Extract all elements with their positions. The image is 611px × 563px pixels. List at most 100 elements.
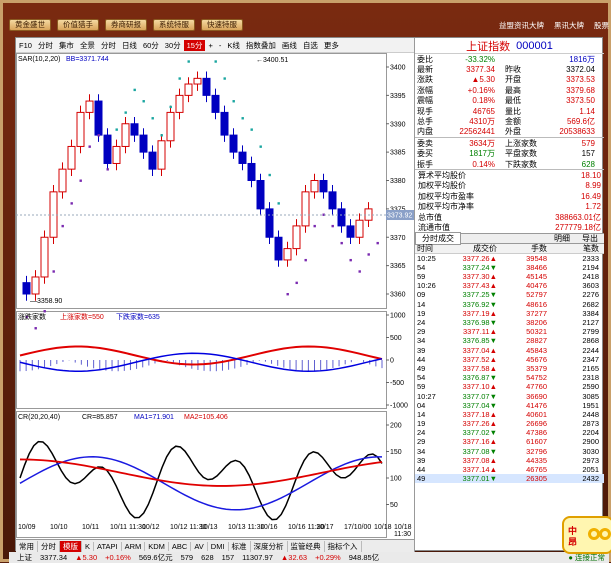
toolbar-item[interactable]: 日线 xyxy=(119,40,140,51)
sar-dot xyxy=(241,117,244,120)
tick-price: 3377.08▼ xyxy=(462,446,497,456)
status-item: 157 xyxy=(221,553,235,562)
candle-body xyxy=(211,94,220,113)
bottom-tab[interactable]: 分时 xyxy=(38,540,60,552)
tick-row[interactable]: 24 3377.02▼ 47386 2204 xyxy=(415,428,604,437)
topbar-button-2[interactable]: 价值猎手 xyxy=(57,19,99,31)
tick-row[interactable]: 29 3377.16▲ 61607 2900 xyxy=(415,437,604,446)
tick-row[interactable]: 14 3377.18▲ 40601 2448 xyxy=(415,410,604,419)
tick-row[interactable]: 19 3377.26▲ 26696 2873 xyxy=(415,419,604,428)
tick-volume: 26696 xyxy=(526,419,547,429)
tick-row[interactable]: 34 3376.85▼ 28827 2868 xyxy=(415,336,604,345)
toolbar-item[interactable]: 15分 xyxy=(183,39,206,51)
stat-value: 388663.01亿 xyxy=(555,212,601,222)
tick-row[interactable]: 19 3377.19▲ 37277 3384 xyxy=(415,309,604,318)
tick-row[interactable]: 59 3377.10▲ 47760 2590 xyxy=(415,382,604,391)
bottom-tab[interactable]: AV xyxy=(191,541,208,551)
toolbar-item[interactable]: 分时 xyxy=(35,40,56,51)
candle-body xyxy=(130,123,139,136)
y-tick-label: 100 xyxy=(390,476,402,483)
floating-widget[interactable]: 中 昂 xyxy=(562,516,611,554)
tick-row[interactable]: 10:25 3377.26▲ 39548 2333 xyxy=(415,254,604,263)
topbar-button-5[interactable]: 快速特服 xyxy=(201,19,243,31)
topbar-button-1[interactable]: 黄金盛世 xyxy=(9,19,51,31)
bottom-tab[interactable]: 深度分析 xyxy=(251,540,288,552)
topbar-right-link-1[interactable]: 益盟资讯大牌 xyxy=(499,20,544,31)
toolbar-item[interactable]: K线 xyxy=(224,40,243,51)
tick-row[interactable]: 39 3377.04▲ 45843 2244 xyxy=(415,346,604,355)
toolbar-item[interactable]: 更多 xyxy=(321,40,342,51)
toolbar-item[interactable]: - xyxy=(216,41,225,50)
bottom-tab[interactable]: ABC xyxy=(169,541,192,551)
toolbar-item[interactable]: 60分 xyxy=(140,40,162,51)
tick-row[interactable]: 44 3377.52▲ 45676 2347 xyxy=(415,355,604,364)
tick-row[interactable]: 29 3377.11▲ 50321 2799 xyxy=(415,327,604,336)
tick-row[interactable]: 04 3377.04▼ 41476 1951 xyxy=(415,401,604,410)
quote-row: 最新 3377.34 昨收 3372.04 xyxy=(415,64,604,74)
bottom-tab[interactable]: K xyxy=(82,541,95,551)
tick-row[interactable]: 10:27 3377.07▼ 36690 3085 xyxy=(415,391,604,401)
high-label: ←3400.51 xyxy=(256,57,288,64)
sar-dot xyxy=(214,60,217,63)
tick-row[interactable]: 59 3377.30▲ 45145 2418 xyxy=(415,272,604,281)
toolbar-item[interactable]: + xyxy=(205,41,215,50)
topbar-right-link-2[interactable]: 黑讯大牌 xyxy=(554,20,584,31)
topbar-button-3[interactable]: 券商研报 xyxy=(105,19,147,31)
tick-row[interactable]: 39 3377.08▲ 44335 2973 xyxy=(415,456,604,465)
candle-body xyxy=(58,168,67,193)
tick-time: 49 xyxy=(417,363,426,373)
tick-row[interactable]: 14 3376.92▼ 48616 2682 xyxy=(415,300,604,309)
tick-row[interactable]: 49 3377.01▼ 26305 2432 xyxy=(415,474,604,484)
date-tick-label: 10/11 xyxy=(82,524,99,531)
bottom-tab[interactable]: ARM xyxy=(122,541,146,551)
toolbar-item[interactable]: F10 xyxy=(16,41,35,50)
tick-row[interactable]: 54 3376.87▼ 54752 2318 xyxy=(415,373,604,382)
tick-row[interactable]: 54 3377.24▼ 38466 2194 xyxy=(415,263,604,272)
bb-value: BB=3371.744 xyxy=(66,56,109,63)
quote-value: 3373.50 xyxy=(566,96,595,106)
tick-row[interactable]: 44 3377.14▲ 46765 2051 xyxy=(415,465,604,474)
bottom-tab[interactable]: KDM xyxy=(145,541,169,551)
bottom-tab[interactable]: 监管经典 xyxy=(288,540,325,552)
bottom-tab[interactable]: 标准 xyxy=(229,540,251,552)
candle-body xyxy=(283,248,292,261)
bottom-tab[interactable]: ATAPI xyxy=(94,541,122,551)
toolbar-item[interactable]: 全景 xyxy=(77,40,98,51)
tick-price: 3377.43▲ xyxy=(462,281,497,291)
tick-count: 3030 xyxy=(582,446,599,456)
tick-volume: 45676 xyxy=(526,354,547,364)
toolbar-item[interactable]: 分时 xyxy=(98,40,119,51)
tick-row[interactable]: 10:26 3377.43▲ 40476 3603 xyxy=(415,281,604,290)
tick-row[interactable]: 24 3376.98▼ 38206 2127 xyxy=(415,318,604,327)
candle-body xyxy=(67,145,76,170)
tick-row[interactable]: 49 3377.58▲ 35379 2165 xyxy=(415,364,604,373)
candle-body xyxy=(193,77,202,85)
toolbar-item[interactable]: 画线 xyxy=(279,40,300,51)
sar-dot xyxy=(43,310,46,313)
bottom-tab[interactable]: 模版 xyxy=(60,540,82,552)
quote-row: 委比 -33.32% 1816万 xyxy=(415,54,604,64)
quote-value: 46765 xyxy=(472,106,495,116)
tick-time: 44 xyxy=(417,465,426,475)
toolbar-item[interactable]: 集市 xyxy=(56,40,77,51)
tick-count: 2448 xyxy=(582,409,599,419)
bottom-tab[interactable]: 指标个入 xyxy=(325,540,362,552)
bottom-tab[interactable]: DMI xyxy=(208,541,229,551)
topbar-right-link-3[interactable]: 股票 xyxy=(594,20,609,31)
topbar-button-4[interactable]: 系统特服 xyxy=(153,19,195,31)
up-count-label: 上涨家数=550 xyxy=(60,312,104,321)
toolbar-item[interactable]: 指数叠加 xyxy=(243,40,279,51)
tick-row[interactable]: 09 3377.25▼ 52797 2276 xyxy=(415,290,604,299)
chart-area[interactable]: 3400339533903385338033753370336533603373… xyxy=(16,53,414,539)
toolbar-item[interactable]: 自选 xyxy=(300,40,321,51)
sar-dot xyxy=(331,224,334,228)
bottom-tab[interactable]: 常用 xyxy=(16,540,38,552)
tick-row[interactable]: 34 3377.08▼ 32796 3030 xyxy=(415,447,604,456)
quote-title: 上证指数 000001 xyxy=(415,38,604,54)
tick-table[interactable]: 10:25 3377.26▲ 39548 2333 54 3377.24▼ 38466 219… xyxy=(415,254,604,484)
toolbar-item[interactable]: 30分 xyxy=(162,40,184,51)
candle-body xyxy=(274,236,283,261)
quote-value: 3379.68 xyxy=(566,85,595,95)
candle-body xyxy=(355,219,364,238)
tick-time: 24 xyxy=(417,318,426,328)
